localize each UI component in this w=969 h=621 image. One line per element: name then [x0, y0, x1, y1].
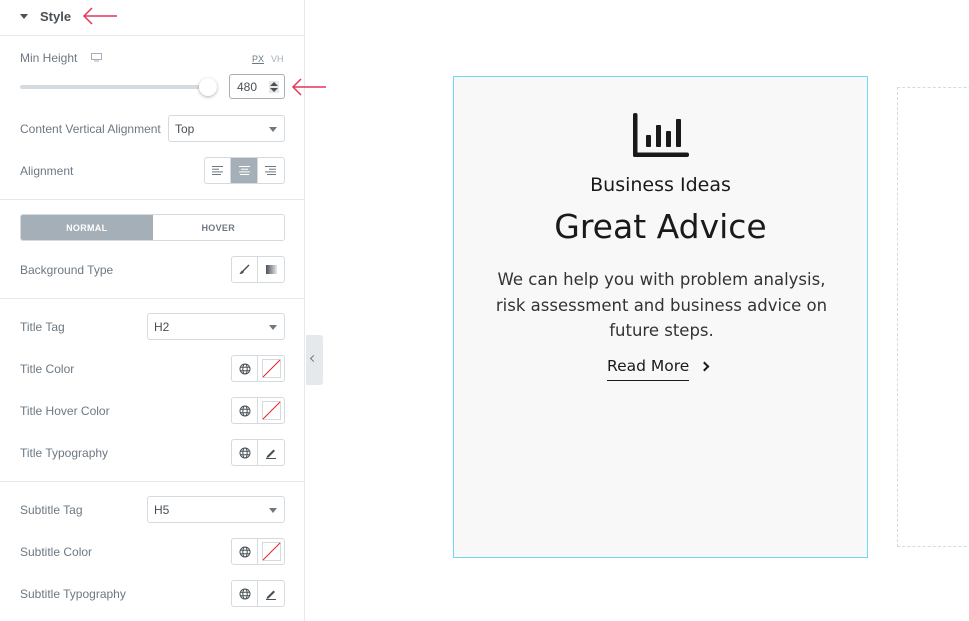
- style-section-header[interactable]: Style: [0, 0, 305, 36]
- read-more-link[interactable]: Read More: [607, 357, 690, 381]
- tab-hover[interactable]: HOVER: [152, 215, 284, 240]
- annotation-arrow-icon: [291, 77, 327, 97]
- min-height-value: 480: [237, 80, 258, 94]
- alignment-group: [204, 157, 285, 184]
- background-classic-button[interactable]: [232, 257, 259, 282]
- subtitle-color-label: Subtitle Color: [20, 545, 93, 559]
- align-left-icon: [212, 166, 224, 175]
- unit-px[interactable]: PX: [252, 54, 264, 64]
- chevron-down-icon: [269, 127, 277, 132]
- global-typography-button[interactable]: [232, 581, 259, 606]
- title-typography-label: Title Typography: [20, 446, 109, 460]
- globe-icon: [239, 588, 250, 599]
- color-picker-button[interactable]: [258, 398, 284, 423]
- gradient-icon: [265, 265, 277, 274]
- chevron-right-icon[interactable]: [699, 361, 710, 372]
- title-hover-color-label: Title Hover Color: [20, 404, 110, 418]
- edit-typography-button[interactable]: [258, 581, 284, 606]
- empty-column-placeholder[interactable]: [897, 87, 969, 547]
- no-color-swatch-icon: [261, 401, 281, 420]
- global-typography-button[interactable]: [232, 440, 259, 465]
- caret-down-icon: [20, 14, 28, 19]
- globe-icon: [239, 447, 250, 458]
- desktop-icon[interactable]: [91, 53, 102, 62]
- card-description: We can help you with problem analysis, r…: [495, 270, 828, 340]
- paint-brush-icon: [239, 264, 250, 274]
- spinner-icon[interactable]: [269, 81, 279, 93]
- no-color-swatch-icon: [261, 359, 281, 378]
- background-gradient-button[interactable]: [258, 257, 284, 282]
- color-picker-button[interactable]: [258, 356, 284, 381]
- chevron-down-icon: [269, 508, 277, 513]
- title-tag-label: Title Tag: [20, 320, 65, 334]
- title-hover-color-group: [231, 397, 285, 424]
- align-center-icon: [238, 166, 250, 175]
- globe-icon: [239, 546, 250, 557]
- pencil-icon: [266, 449, 276, 459]
- style-panel: Style Min Height PX VH 480 Content Verti…: [0, 0, 305, 621]
- collapse-panel-button[interactable]: [306, 335, 323, 385]
- state-tabs: NORMAL HOVER: [20, 214, 285, 241]
- align-left-button[interactable]: [205, 158, 232, 183]
- tab-normal[interactable]: NORMAL: [21, 215, 153, 240]
- min-height-slider[interactable]: [20, 85, 210, 89]
- pencil-icon: [266, 590, 276, 600]
- unit-vh[interactable]: VH: [271, 54, 284, 64]
- title-color-group: [231, 355, 285, 382]
- slider-handle[interactable]: [199, 78, 217, 96]
- card-subtitle: Business Ideas: [590, 174, 731, 196]
- subtitle-typography-group: [231, 580, 285, 607]
- globe-icon: [239, 405, 250, 416]
- background-type-group: [231, 256, 285, 283]
- content-vertical-alignment-select[interactable]: Top: [168, 115, 285, 142]
- align-right-button[interactable]: [258, 158, 284, 183]
- divider: [0, 199, 305, 200]
- card-title: Great Advice: [554, 207, 767, 246]
- color-picker-button[interactable]: [258, 539, 284, 564]
- section-title: Style: [40, 9, 72, 24]
- chevron-down-icon: [269, 325, 277, 330]
- subtitle-tag-label: Subtitle Tag: [20, 503, 83, 517]
- global-color-button[interactable]: [232, 539, 259, 564]
- min-height-label: Min Height: [20, 51, 78, 65]
- align-center-button[interactable]: [231, 158, 258, 183]
- annotation-arrow-icon: [82, 6, 118, 26]
- title-tag-select[interactable]: H2: [147, 313, 285, 340]
- chevron-left-icon: [309, 354, 318, 363]
- subtitle-tag-select[interactable]: H5: [147, 496, 285, 523]
- info-box-card[interactable]: Business Ideas Great Advice We can help …: [453, 76, 868, 558]
- bar-chart-icon: [633, 113, 689, 157]
- select-value: H2: [154, 320, 170, 334]
- title-typography-group: [231, 439, 285, 466]
- select-value: Top: [175, 122, 195, 136]
- background-type-label: Background Type: [20, 263, 114, 277]
- select-value: H5: [154, 503, 170, 517]
- global-color-button[interactable]: [232, 356, 259, 381]
- edit-typography-button[interactable]: [258, 440, 284, 465]
- min-height-input[interactable]: 480: [229, 74, 285, 99]
- title-color-label: Title Color: [20, 362, 75, 376]
- subtitle-typography-label: Subtitle Typography: [20, 587, 126, 601]
- globe-icon: [239, 363, 250, 374]
- content-vertical-alignment-label: Content Vertical Alignment: [20, 122, 161, 136]
- no-color-swatch-icon: [261, 542, 281, 561]
- alignment-label: Alignment: [20, 164, 74, 178]
- divider: [0, 298, 305, 299]
- subtitle-color-group: [231, 538, 285, 565]
- global-color-button[interactable]: [232, 398, 259, 423]
- align-right-icon: [265, 166, 277, 175]
- divider: [0, 481, 305, 482]
